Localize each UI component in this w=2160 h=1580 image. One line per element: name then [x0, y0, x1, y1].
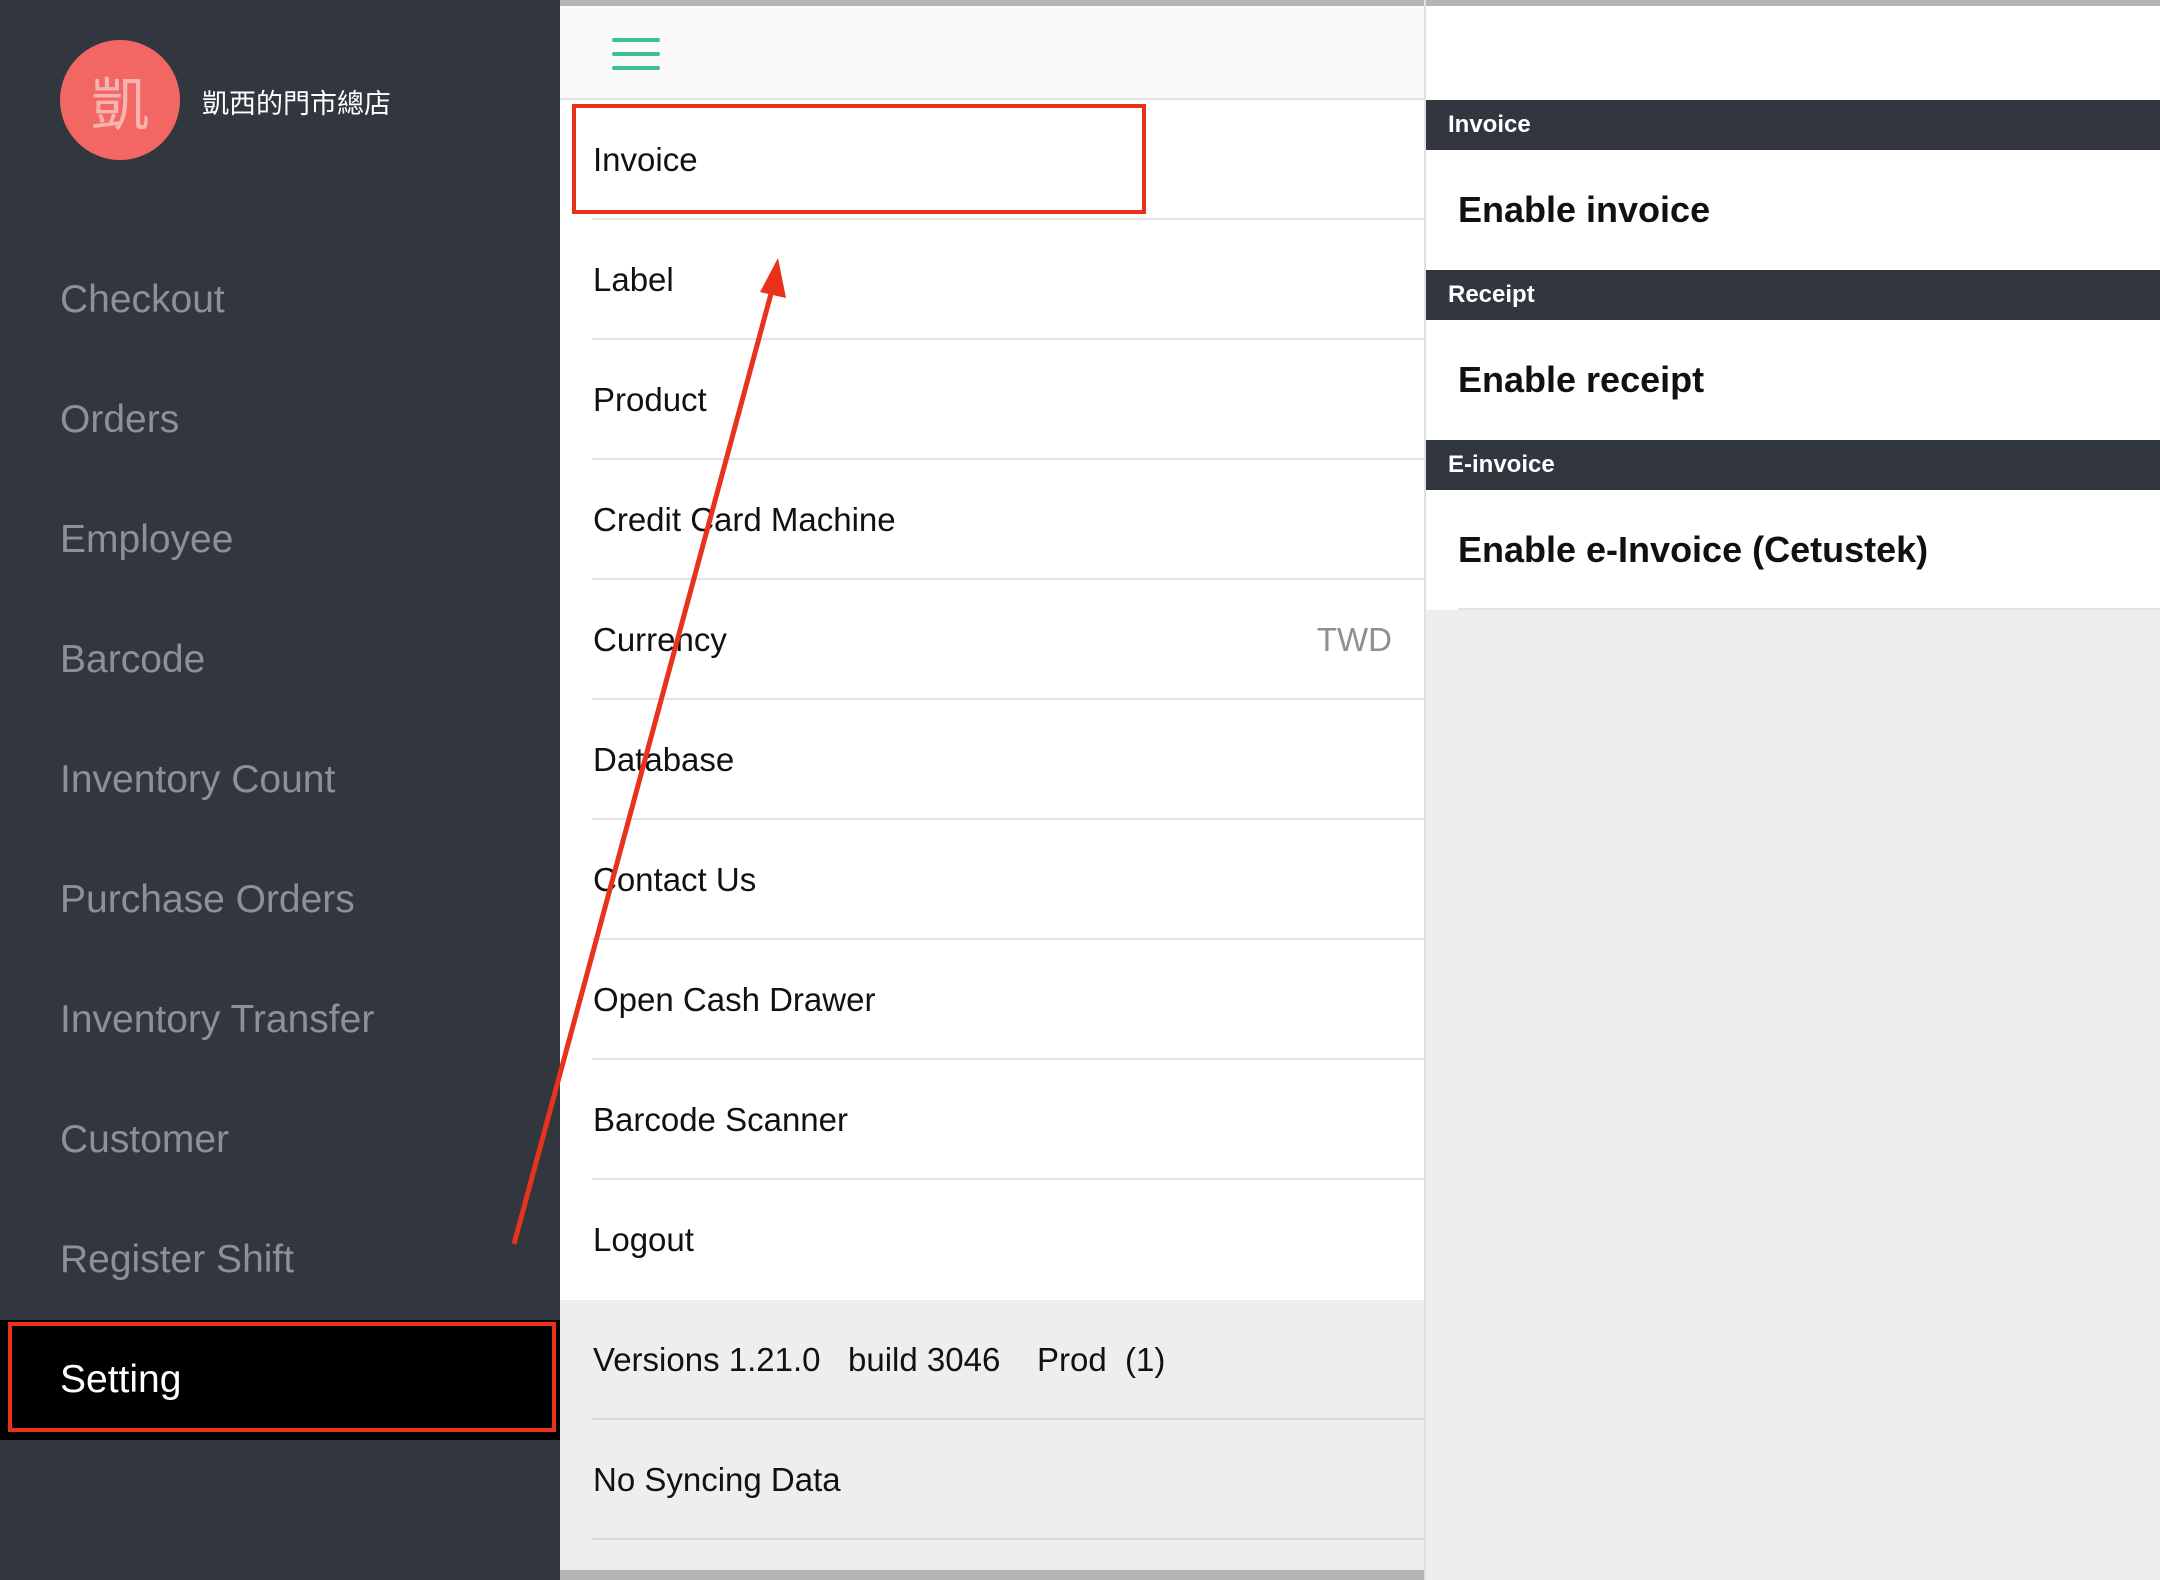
settings-item-currency[interactable]: Currency TWD	[560, 580, 1424, 700]
enable-receipt-row[interactable]: Enable receipt	[1426, 320, 2160, 440]
sidebar-item-purchase-orders[interactable]: Purchase Orders	[0, 840, 560, 960]
settings-item-label: Barcode Scanner	[593, 1101, 848, 1138]
enable-invoice-label: Enable invoice	[1458, 189, 1711, 230]
section-header-receipt: Receipt	[1426, 270, 2160, 320]
settings-item-invoice[interactable]: Invoice	[560, 100, 1424, 220]
hamburger-menu-icon[interactable]	[612, 34, 662, 74]
store-name: 凱西的門市總店	[202, 89, 391, 120]
settings-item-label: Invoice	[593, 141, 698, 178]
version-text: Versions 1.21.0 build 3046 Prod (1)	[593, 1341, 1166, 1378]
sidebar-item-barcode[interactable]: Barcode	[0, 600, 560, 720]
settings-item-barcode-scanner[interactable]: Barcode Scanner	[560, 1060, 1424, 1180]
section-header-invoice: Invoice	[1426, 100, 2160, 150]
sidebar-item-customer[interactable]: Customer	[0, 1080, 560, 1200]
enable-invoice-row[interactable]: Enable invoice	[1426, 150, 2160, 270]
sync-status-text: No Syncing Data	[593, 1461, 841, 1498]
sidebar-item-setting[interactable]: Setting	[0, 1320, 560, 1440]
version-row: Versions 1.21.0 build 3046 Prod (1)	[560, 1300, 1424, 1420]
settings-item-label: Open Cash Drawer	[593, 981, 876, 1018]
store-logo: 凱	[60, 40, 180, 160]
settings-item-label: Contact Us	[593, 861, 757, 898]
sidebar: 凱 凱西的門市總店 Checkout Orders Employee Barco…	[0, 0, 560, 1580]
settings-item-label: Credit Card Machine	[593, 501, 896, 538]
settings-item-label: Product	[593, 381, 707, 418]
sidebar-item-inventory-count[interactable]: Inventory Count	[0, 720, 560, 840]
sidebar-item-employee[interactable]: Employee	[0, 480, 560, 600]
detail-panel: Invoice Enable invoice Receipt Enable re…	[1424, 0, 2160, 1580]
settings-item-credit-card-machine[interactable]: Credit Card Machine	[560, 460, 1424, 580]
sidebar-item-orders[interactable]: Orders	[0, 360, 560, 480]
sidebar-item-inventory-transfer[interactable]: Inventory Transfer	[0, 960, 560, 1080]
settings-item-logout[interactable]: Logout	[560, 1180, 1424, 1300]
settings-item-label: Logout	[593, 1221, 694, 1258]
settings-item-database[interactable]: Database	[560, 700, 1424, 820]
settings-item-product[interactable]: Product	[560, 340, 1424, 460]
app-info: Versions 1.21.0 build 3046 Prod (1) No S…	[560, 1300, 1424, 1580]
settings-menu: Invoice Label Product Credit Card Machin…	[560, 0, 1424, 1580]
section-header-e-invoice: E-invoice	[1426, 440, 2160, 490]
settings-toolbar	[560, 0, 1424, 100]
sidebar-item-register-shift[interactable]: Register Shift	[0, 1200, 560, 1320]
settings-item-contact-us[interactable]: Contact Us	[560, 820, 1424, 940]
enable-e-invoice-row[interactable]: Enable e-Invoice (Cetustek)	[1426, 490, 2160, 610]
settings-item-label: Label	[593, 261, 674, 298]
detail-toolbar	[1426, 0, 2160, 100]
enable-receipt-label: Enable receipt	[1458, 359, 1705, 400]
bottom-divider	[560, 1570, 1424, 1580]
currency-value: TWD	[1316, 621, 1392, 658]
settings-item-label: Currency	[593, 621, 727, 658]
settings-item-open-cash-drawer[interactable]: Open Cash Drawer	[560, 940, 1424, 1060]
settings-item-label[interactable]: Label	[560, 220, 1424, 340]
sidebar-item-checkout[interactable]: Checkout	[0, 240, 560, 360]
enable-e-invoice-label: Enable e-Invoice (Cetustek)	[1458, 529, 1929, 570]
settings-item-label: Database	[593, 741, 735, 778]
sync-row: No Syncing Data	[560, 1420, 1424, 1540]
